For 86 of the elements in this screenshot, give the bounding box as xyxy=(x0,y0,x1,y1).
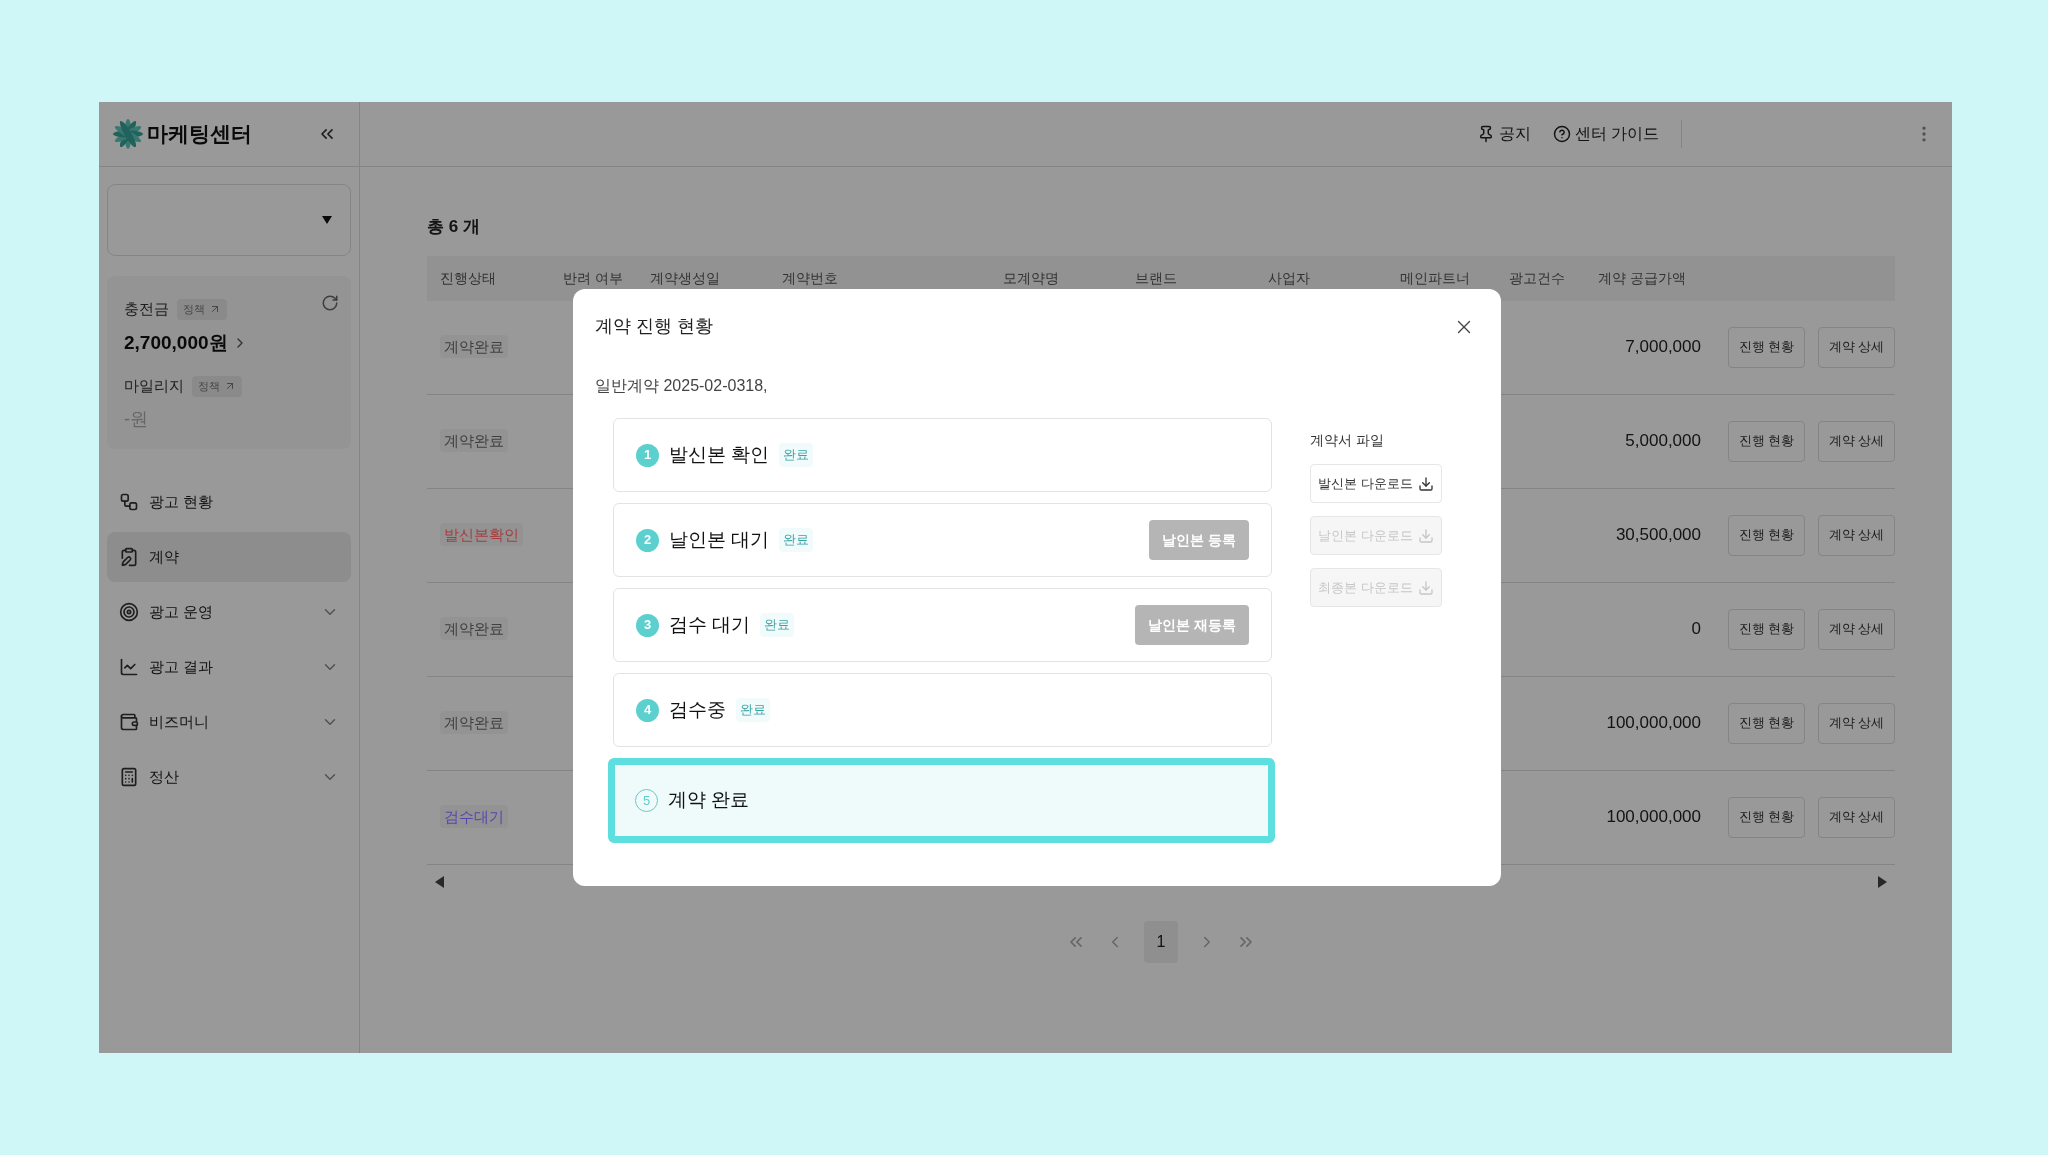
row-action-button[interactable]: 계약 상세 xyxy=(1818,420,1895,462)
amount-cell-text: 30,500,000 xyxy=(1615,524,1701,547)
status-badge: 계약완료 xyxy=(440,711,508,734)
status-badge: 계약완료 xyxy=(440,617,508,640)
download-icon xyxy=(1417,527,1434,544)
nav-icon xyxy=(119,602,139,622)
column-header: 계약 공급가액 xyxy=(1598,270,1686,286)
column-header: 계약생성일 xyxy=(650,270,720,286)
step-number: 2 xyxy=(636,528,659,552)
scroll-left-icon[interactable] xyxy=(435,875,444,888)
row-action-button[interactable]: 진행 현황 xyxy=(1728,326,1805,368)
nav-label: 광고 현황 xyxy=(149,491,214,512)
nav-icon xyxy=(119,767,139,787)
step-label: 계약 완료 xyxy=(668,788,750,813)
help-icon xyxy=(1552,125,1571,143)
row-action-button[interactable]: 계약 상세 xyxy=(1818,702,1895,744)
download-icon xyxy=(1417,475,1434,492)
status-badge: 계약완료 xyxy=(440,335,508,358)
step-number: 4 xyxy=(636,698,659,722)
sidebar-item[interactable]: 계약 xyxy=(107,532,351,582)
page-button[interactable]: 1 xyxy=(1144,920,1178,963)
column-header: 진행상태 xyxy=(440,270,496,286)
refresh-icon[interactable] xyxy=(321,294,339,312)
nav-label: 정산 xyxy=(149,766,179,787)
contract-subtitle: 일반계약 2025-02-0318, xyxy=(595,376,769,396)
row-action-button[interactable]: 계약 상세 xyxy=(1818,326,1895,368)
amount-cell-text: 5,000,000 xyxy=(1625,430,1701,453)
balance-amount: 2,700,000원 xyxy=(124,330,228,355)
amount-cell-text: 100,000,000 xyxy=(1606,712,1701,735)
nav-label: 비즈머니 xyxy=(149,711,209,732)
row-action-button[interactable]: 계약 상세 xyxy=(1818,608,1895,650)
nav-icon xyxy=(119,547,139,567)
row-action-button[interactable]: 계약 상세 xyxy=(1818,796,1895,838)
status-badge: 검수대기 xyxy=(440,805,508,828)
row-action-button[interactable]: 계약 상세 xyxy=(1818,514,1895,556)
nav-label: 광고 운영 xyxy=(149,601,214,622)
sidebar-item[interactable]: 정산 xyxy=(107,752,351,802)
balance-label: 마일리지 xyxy=(124,376,184,396)
amount-cell-text: 100,000,000 xyxy=(1606,806,1701,829)
brand-title: 마케팅센터 xyxy=(147,121,252,148)
step-label: 검수중 xyxy=(669,697,726,722)
files-label: 계약서 파일 xyxy=(1310,431,1385,450)
column-header: 브랜드 xyxy=(1135,270,1177,286)
row-action-button[interactable]: 진행 현황 xyxy=(1728,702,1805,744)
amount-cell-text: 7,000,000 xyxy=(1625,336,1701,359)
column-header: 모계약명 xyxy=(1003,270,1059,286)
step-status: 완료 xyxy=(779,443,814,467)
column-header: 계약번호 xyxy=(782,270,838,286)
total-count: 총 6 개 xyxy=(427,216,481,238)
step-label: 검수 대기 xyxy=(669,612,751,637)
step-status: 완료 xyxy=(760,613,795,637)
status-badge: 발신본확인 xyxy=(440,523,523,546)
nav-icon xyxy=(119,492,139,512)
logo-icon xyxy=(113,117,143,151)
amount-cell-text: 0 xyxy=(1691,618,1701,641)
scroll-right-icon[interactable] xyxy=(1878,875,1887,888)
row-action-button[interactable]: 진행 현황 xyxy=(1728,514,1805,556)
sidebar-item[interactable]: 광고 결과 xyxy=(107,642,351,692)
step-number: 3 xyxy=(636,613,659,637)
header-link[interactable]: 센터 가이드 xyxy=(1552,122,1659,146)
column-header: 메인파트너 xyxy=(1400,270,1470,286)
header-link[interactable]: 공지 xyxy=(1476,122,1531,146)
step-label: 발신본 확인 xyxy=(669,442,770,467)
column-header: 광고건수 xyxy=(1509,270,1565,286)
step-status: 완료 xyxy=(779,528,814,552)
column-header: 반려 여부 xyxy=(563,270,623,286)
row-action-button[interactable]: 진행 현황 xyxy=(1728,420,1805,462)
step-number: 1 xyxy=(636,443,659,467)
sidebar-item[interactable]: 광고 현황 xyxy=(107,477,351,527)
sidebar-item[interactable]: 비즈머니 xyxy=(107,697,351,747)
download-button[interactable]: 발신본 다운로드 xyxy=(1310,464,1442,503)
column-header: 사업자 xyxy=(1268,270,1310,286)
sidebar-item[interactable]: 광고 운영 xyxy=(107,587,351,637)
step-status: 완료 xyxy=(736,698,770,722)
dropdown-arrow-icon xyxy=(322,216,332,224)
nav-label: 광고 결과 xyxy=(149,656,214,677)
nav-icon xyxy=(119,712,139,732)
row-action-button[interactable]: 진행 현황 xyxy=(1728,608,1805,650)
dialog-title: 계약 진행 현황 xyxy=(595,315,713,338)
nav-label: 계약 xyxy=(149,546,179,567)
status-badge: 계약완료 xyxy=(440,429,508,452)
download-icon xyxy=(1417,579,1434,596)
row-action-button[interactable]: 진행 현황 xyxy=(1728,796,1805,838)
balance-label: 충전금 xyxy=(124,299,169,319)
step-label: 날인본 대기 xyxy=(669,527,770,552)
nav-icon xyxy=(119,657,139,677)
